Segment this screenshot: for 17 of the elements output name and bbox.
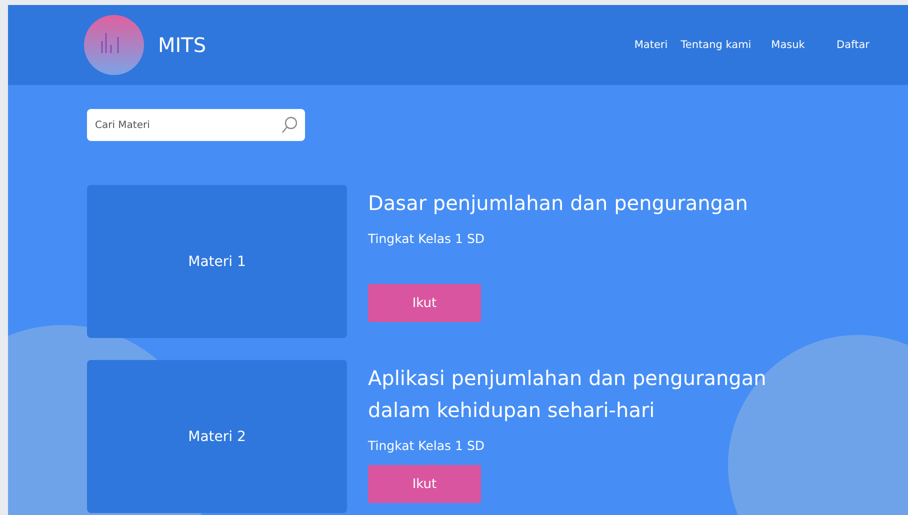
join-button[interactable]: Ikut: [368, 284, 481, 322]
course-title: Aplikasi penjumlahan dan pengurangan dalam kehidupan sehari-hari: [368, 365, 768, 424]
search-icon[interactable]: [281, 116, 297, 134]
course-level: Tingkat Kelas 1 SD: [368, 231, 486, 246]
brand-name: MITS: [158, 33, 208, 57]
course-thumbnail: Materi 2: [87, 360, 347, 513]
logo-icon: [84, 15, 144, 75]
join-button[interactable]: Ikut: [368, 465, 481, 503]
course-level: Tingkat Kelas 1 SD: [368, 438, 486, 453]
nav-link[interactable]: Materi: [626, 39, 676, 51]
nav-link[interactable]: Masuk: [756, 39, 820, 51]
course-title: Dasar penjumlahan dan pengurangan: [368, 190, 749, 217]
course-thumbnail: Materi 1: [87, 185, 347, 338]
search-field[interactable]: Cari Materi: [93, 118, 281, 132]
nav-link[interactable]: Tentang kami: [676, 39, 756, 51]
search-bar[interactable]: Cari Materi: [87, 109, 305, 141]
nav-link[interactable]: Daftar: [820, 39, 886, 51]
